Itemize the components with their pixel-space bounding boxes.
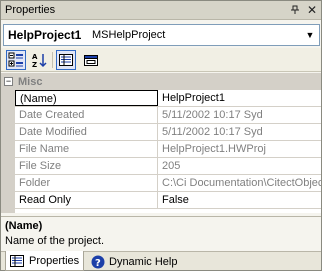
description-pane: (Name) Name of the project. <box>1 216 321 250</box>
object-name: HelpProject1 <box>8 28 82 42</box>
category-label: Misc <box>18 76 43 88</box>
property-row-read-only[interactable]: Read Only False <box>15 192 321 209</box>
property-row-folder[interactable]: Folder C:\Ci Documentation\CitectObject <box>15 175 321 192</box>
object-type: MSHelpProject <box>92 29 166 41</box>
help-icon: ? <box>91 255 105 269</box>
property-row-file-size[interactable]: File Size 205 <box>15 158 321 175</box>
property-name[interactable]: (Name) <box>15 90 158 106</box>
property-value[interactable]: HelpProject1 <box>159 90 321 106</box>
property-value: HelpProject1.HWProj <box>162 143 266 155</box>
alphabetical-icon: AZ <box>32 53 47 68</box>
property-value: 5/11/2002 10:17 Syd <box>162 126 263 138</box>
svg-text:A: A <box>32 53 38 61</box>
toolbar-separator <box>52 52 53 68</box>
tab-dynamic-help[interactable]: ? Dynamic Help <box>87 252 183 271</box>
tab-label: Properties <box>29 254 80 267</box>
chevron-down-icon[interactable]: ▼ <box>302 26 318 44</box>
property-row-name[interactable]: (Name) HelpProject1 <box>15 90 321 107</box>
description-title: (Name) <box>5 220 43 232</box>
property-value: C:\Ci Documentation\CitectObject <box>162 177 321 189</box>
alphabetical-button[interactable]: AZ <box>29 50 49 70</box>
properties-tab-icon <box>9 254 25 268</box>
property-name[interactable]: Date Created <box>15 107 158 123</box>
svg-text:Z: Z <box>32 61 37 68</box>
category-row-misc[interactable]: − Misc <box>1 73 321 90</box>
property-grid: − Misc (Name) HelpProject1 Date Created … <box>1 73 321 213</box>
svg-text:?: ? <box>95 258 101 269</box>
collapse-icon[interactable]: − <box>4 77 13 86</box>
tab-strip: Properties ? Dynamic Help <box>1 251 321 271</box>
categorized-button[interactable] <box>6 50 26 70</box>
property-value[interactable]: False <box>159 192 321 208</box>
description-text: Name of the project. <box>5 235 105 247</box>
property-row-date-modified[interactable]: Date Modified 5/11/2002 10:17 Syd <box>15 124 321 141</box>
categorized-icon <box>8 52 23 67</box>
object-selector[interactable]: HelpProject1 MSHelpProject ▼ <box>3 24 320 46</box>
property-row-file-name[interactable]: File Name HelpProject1.HWProj <box>15 141 321 158</box>
grid-margin <box>1 73 15 213</box>
property-name[interactable]: Read Only <box>15 192 158 208</box>
property-name[interactable]: Folder <box>15 175 158 191</box>
property-name[interactable]: Date Modified <box>15 124 158 140</box>
properties-button[interactable] <box>56 50 76 70</box>
properties-icon <box>59 54 73 66</box>
property-name[interactable]: File Size <box>15 158 158 174</box>
properties-window: Properties ✕ HelpProject1 MSHelpProject … <box>0 0 322 271</box>
property-row-date-created[interactable]: Date Created 5/11/2002 10:17 Syd <box>15 107 321 124</box>
property-name[interactable]: File Name <box>15 141 158 157</box>
window-title: Properties <box>5 4 56 16</box>
close-icon[interactable]: ✕ <box>305 3 319 17</box>
toolbar: AZ <box>1 48 321 72</box>
property-pages-icon <box>84 55 98 66</box>
pushpin-icon[interactable] <box>288 3 302 17</box>
property-value: 205 <box>162 160 181 172</box>
tab-properties[interactable]: Properties <box>5 251 84 271</box>
property-pages-button[interactable] <box>81 50 101 70</box>
tab-label: Dynamic Help <box>109 255 178 268</box>
title-bar[interactable]: Properties ✕ <box>1 1 321 20</box>
property-value: 5/11/2002 10:17 Syd <box>162 109 263 121</box>
